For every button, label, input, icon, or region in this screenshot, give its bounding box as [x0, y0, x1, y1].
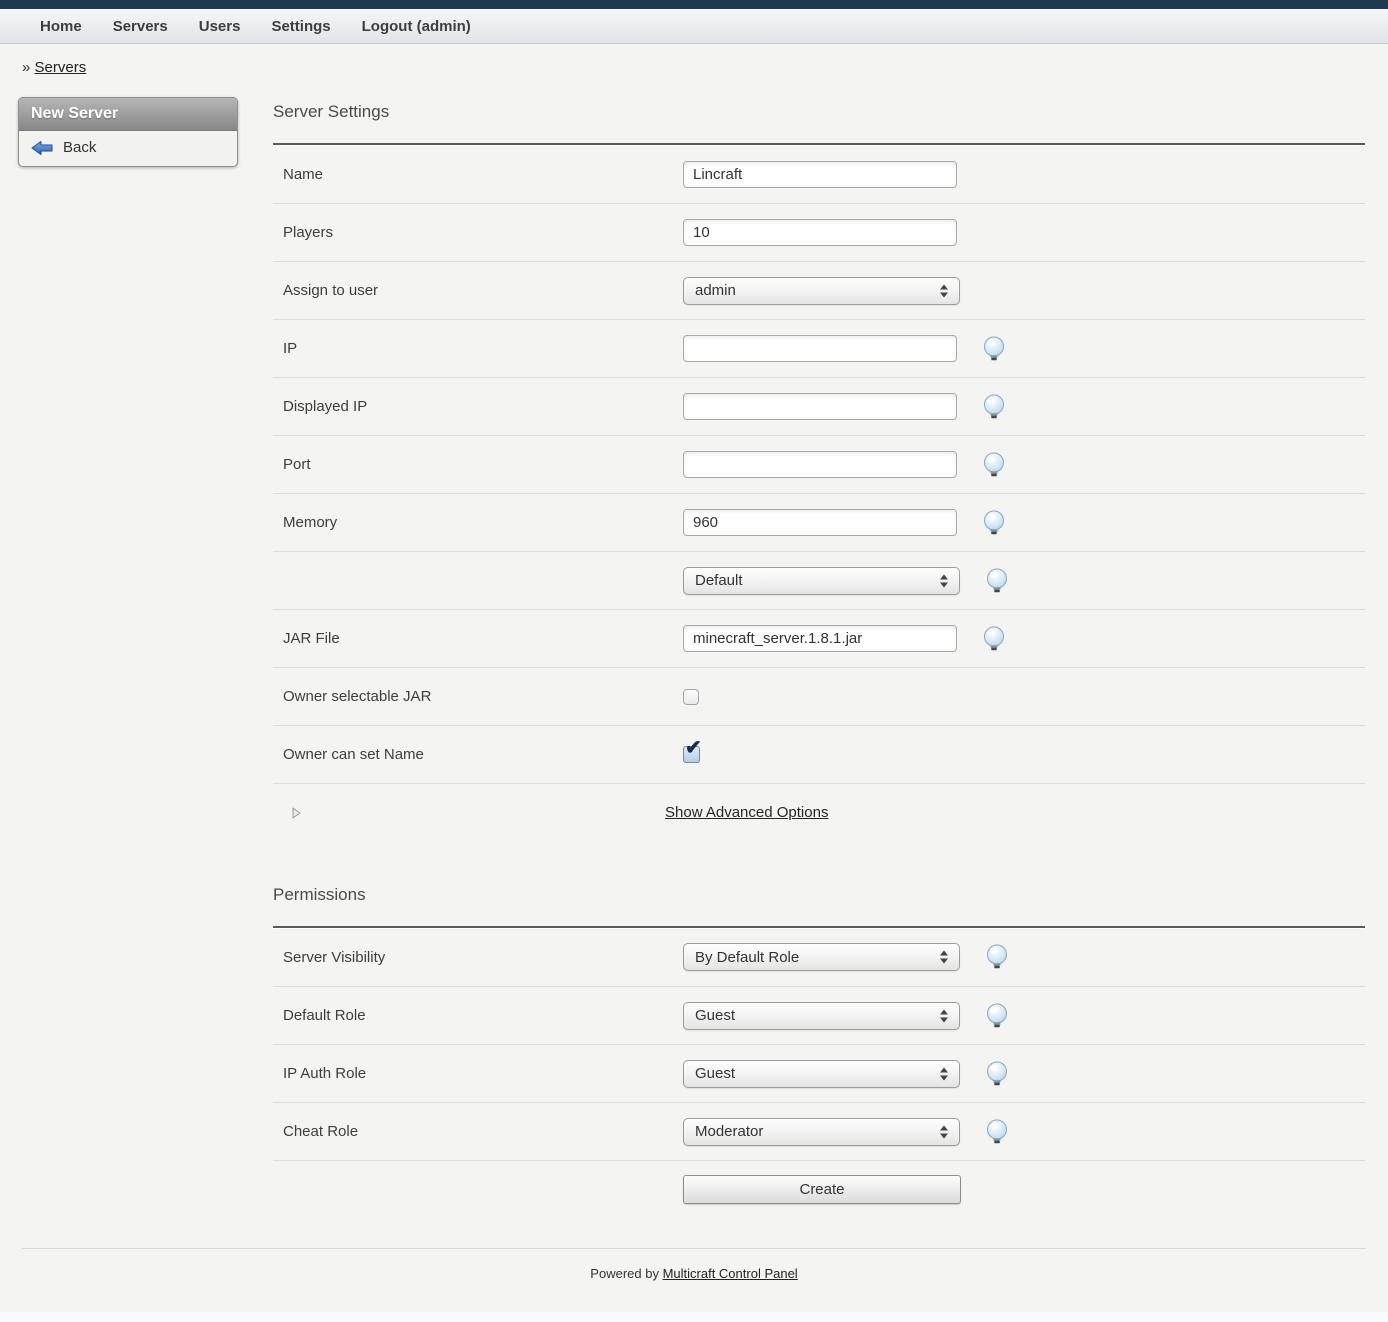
breadcrumb-link-servers[interactable]: Servers: [35, 59, 87, 76]
displayed-ip-input[interactable]: [683, 393, 957, 420]
disclosure-triangle-icon[interactable]: [292, 807, 301, 819]
default-role-select[interactable]: Guest: [683, 1002, 960, 1030]
port-input[interactable]: [683, 451, 957, 478]
server-settings-form: Name Players Assign to user admin IP: [273, 145, 1365, 841]
form-row-name: Name: [273, 145, 1365, 203]
server-visibility-select[interactable]: By Default Role: [683, 943, 960, 971]
main-navbar: Home Servers Users Settings Logout (admi…: [0, 9, 1388, 44]
form-row-memory: Memory: [273, 493, 1365, 551]
assign-to-user-select[interactable]: admin: [683, 277, 960, 305]
jar-default-select[interactable]: Default: [683, 567, 960, 595]
hint-bulb-icon[interactable]: [983, 510, 1005, 536]
ip-auth-role-label: IP Auth Role: [273, 1065, 683, 1082]
assign-to-user-label: Assign to user: [273, 282, 683, 299]
ip-input[interactable]: [683, 335, 957, 362]
port-label: Port: [273, 456, 683, 473]
hint-bulb-icon[interactable]: [986, 944, 1008, 970]
default-role-label: Default Role: [273, 1007, 683, 1024]
select-stepper-icon: [940, 574, 949, 587]
hint-bulb-icon[interactable]: [986, 568, 1008, 594]
select-stepper-icon: [940, 1009, 949, 1022]
form-row-owner-selectable-jar: Owner selectable JAR: [273, 667, 1365, 725]
hint-bulb-icon[interactable]: [986, 1061, 1008, 1087]
form-row-advanced: Show Advanced Options: [273, 783, 1365, 841]
form-row-server-visibility: Server Visibility By Default Role: [273, 928, 1365, 986]
main-content: Server Settings Name Players Assign to u…: [273, 82, 1365, 1218]
server-visibility-value: By Default Role: [695, 949, 799, 966]
owner-can-set-name-checkbox[interactable]: ✔: [683, 746, 700, 763]
cheat-role-label: Cheat Role: [273, 1123, 683, 1140]
jar-file-input[interactable]: [683, 625, 957, 652]
form-row-ip-auth-role: IP Auth Role Guest: [273, 1044, 1365, 1102]
panel-title: New Server: [19, 98, 237, 131]
form-row-jar-default: Default: [273, 551, 1365, 609]
select-stepper-icon: [940, 951, 949, 964]
cheat-role-value: Moderator: [695, 1123, 763, 1140]
hint-bulb-icon[interactable]: [983, 394, 1005, 420]
name-label: Name: [273, 166, 683, 183]
nav-item-settings[interactable]: Settings: [271, 18, 330, 35]
players-label: Players: [273, 224, 683, 241]
select-stepper-icon: [940, 1125, 949, 1138]
memory-input[interactable]: [683, 509, 957, 536]
ip-auth-role-value: Guest: [695, 1065, 735, 1082]
form-row-create: Create: [273, 1160, 1365, 1218]
form-row-players: Players: [273, 203, 1365, 261]
select-stepper-icon: [940, 1067, 949, 1080]
checkmark-icon: ✔: [685, 738, 702, 758]
back-button[interactable]: Back: [19, 131, 237, 166]
ip-auth-role-select[interactable]: Guest: [683, 1060, 960, 1088]
new-server-panel: New Server Back: [18, 97, 238, 167]
hint-bulb-icon[interactable]: [986, 1003, 1008, 1029]
hint-bulb-icon[interactable]: [986, 1119, 1008, 1145]
nav-item-home[interactable]: Home: [40, 18, 82, 35]
footer-divider: [22, 1248, 1366, 1249]
multicraft-link[interactable]: Multicraft Control Panel: [663, 1266, 798, 1281]
form-row-assign-user: Assign to user admin: [273, 261, 1365, 319]
jar-default-value: Default: [695, 572, 743, 589]
form-row-default-role: Default Role Guest: [273, 986, 1365, 1044]
permissions-form: Server Visibility By Default Role Defaul…: [273, 928, 1365, 1218]
create-button[interactable]: Create: [683, 1175, 961, 1204]
powered-by-text: Powered by: [590, 1266, 659, 1281]
name-input[interactable]: [683, 161, 957, 188]
owner-selectable-jar-label: Owner selectable JAR: [273, 688, 683, 705]
nav-item-servers[interactable]: Servers: [113, 18, 168, 35]
footer: Powered by Multicraft Control Panel: [0, 1266, 1388, 1281]
top-accent-bar: [0, 0, 1388, 9]
hint-bulb-icon[interactable]: [983, 452, 1005, 478]
form-row-ip: IP: [273, 319, 1365, 377]
owner-can-set-name-label: Owner can set Name: [273, 746, 683, 763]
permissions-title: Permissions: [273, 885, 1365, 926]
form-row-cheat-role: Cheat Role Moderator: [273, 1102, 1365, 1160]
breadcrumb: » Servers: [0, 44, 1388, 82]
jar-file-label: JAR File: [273, 630, 683, 647]
cheat-role-select[interactable]: Moderator: [683, 1118, 960, 1146]
form-row-port: Port: [273, 435, 1365, 493]
back-button-label: Back: [63, 139, 96, 156]
owner-selectable-jar-checkbox[interactable]: [683, 689, 699, 705]
displayed-ip-label: Displayed IP: [273, 398, 683, 415]
form-row-owner-can-set-name: Owner can set Name ✔: [273, 725, 1365, 783]
ip-label: IP: [273, 340, 683, 357]
nav-item-logout[interactable]: Logout (admin): [362, 18, 471, 35]
nav-item-users[interactable]: Users: [199, 18, 241, 35]
default-role-value: Guest: [695, 1007, 735, 1024]
hint-bulb-icon[interactable]: [983, 626, 1005, 652]
players-input[interactable]: [683, 219, 957, 246]
memory-label: Memory: [273, 514, 683, 531]
assign-to-user-value: admin: [695, 282, 736, 299]
show-advanced-options-link[interactable]: Show Advanced Options: [665, 804, 828, 821]
hint-bulb-icon[interactable]: [983, 336, 1005, 362]
back-arrow-icon: [31, 140, 53, 156]
form-row-displayed-ip: Displayed IP: [273, 377, 1365, 435]
server-visibility-label: Server Visibility: [273, 949, 683, 966]
bottom-edge-strip: [0, 1312, 1388, 1322]
breadcrumb-symbol: »: [22, 59, 30, 76]
select-stepper-icon: [940, 284, 949, 297]
server-settings-title: Server Settings: [273, 102, 1365, 143]
form-row-jar-file: JAR File: [273, 609, 1365, 667]
